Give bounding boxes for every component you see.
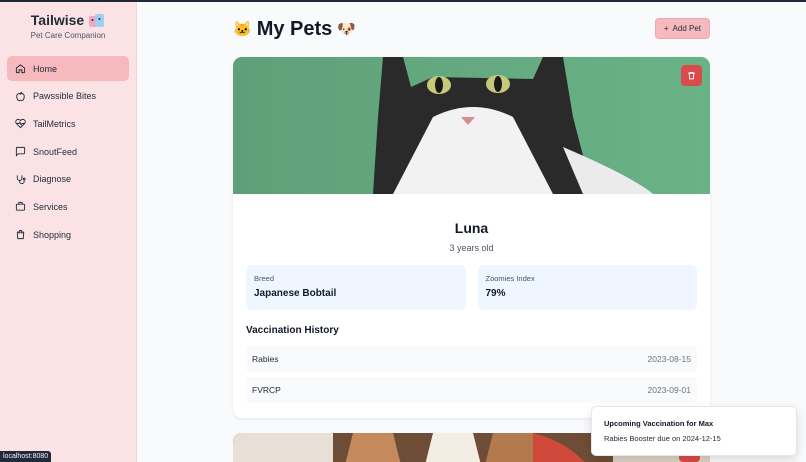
page-title: 🐱 My Pets 🐶 — [233, 18, 356, 41]
vaccination-row: Rabies 2023-08-15 — [246, 346, 697, 372]
add-pet-button[interactable]: + Add Pet — [654, 18, 710, 39]
status-bar-url: localhost:8080 — [0, 451, 52, 462]
sidebar-nav: Home Pawssible Bites TailMetrics SnoutFe… — [0, 56, 136, 247]
vaccination-row: FVRCP 2023-09-01 — [246, 377, 697, 403]
vaccination-name: Rabies — [252, 354, 279, 364]
cat-emoji-icon: 🐱 — [233, 21, 252, 38]
toast-body: Rabies Booster due on 2024-12-15 — [604, 434, 721, 443]
breed-box: Breed Japanese Bobtail — [246, 265, 466, 310]
breed-label: Breed — [254, 274, 275, 283]
brand-name: Tailwise — [30, 12, 85, 28]
dog-emoji-icon: 🐶 — [337, 21, 356, 38]
sidebar-item-label: Shopping — [33, 229, 72, 240]
main-content: 🐱 My Pets 🐶 + Add Pet Luna 3 years old B… — [137, 2, 806, 462]
page-header: 🐱 My Pets 🐶 + Add Pet — [233, 18, 710, 42]
stethoscope-icon — [15, 174, 26, 185]
sidebar-item-pawssible-bites[interactable]: Pawssible Bites — [7, 84, 129, 109]
sidebar-item-tailmetrics[interactable]: TailMetrics — [7, 111, 129, 136]
sidebar-item-shopping[interactable]: Shopping — [7, 222, 129, 247]
sidebar-item-label: Services — [33, 201, 68, 212]
pet-age: 3 years old — [449, 243, 494, 253]
vaccination-reminder-toast[interactable]: Upcoming Vaccination for Max Rabies Boos… — [591, 406, 797, 456]
sidebar-item-label: Pawssible Bites — [33, 91, 97, 102]
pets-logo-icon — [88, 13, 105, 28]
pet-card: Luna 3 years old Breed Japanese Bobtail … — [233, 57, 710, 418]
zoomies-value: 79% — [485, 288, 506, 299]
vaccination-name: FVRCP — [252, 385, 281, 395]
add-pet-label: Add Pet — [672, 24, 701, 33]
trash-icon — [688, 72, 695, 80]
shopping-bag-icon — [15, 229, 26, 240]
page-title-text: My Pets — [256, 18, 333, 40]
vaccination-date: 2023-09-01 — [647, 385, 691, 395]
sidebar-item-label: Diagnose — [33, 174, 72, 185]
sidebar-item-snoutfeed[interactable]: SnoutFeed — [7, 139, 129, 164]
vaccination-history-title: Vaccination History — [246, 325, 339, 336]
brand: Tailwise Pet Care Companion — [0, 2, 136, 40]
sidebar-item-services[interactable]: Services — [7, 194, 129, 219]
brand-subtitle: Pet Care Companion — [30, 31, 106, 40]
pet-info-row: Breed Japanese Bobtail Zoomies Index 79% — [233, 265, 710, 310]
delete-pet-button[interactable] — [681, 65, 702, 86]
heart-pulse-icon — [15, 118, 26, 129]
sidebar: Tailwise Pet Care Companion Home Pawssib… — [0, 2, 137, 462]
home-icon — [15, 63, 26, 74]
toast-title: Upcoming Vaccination for Max — [604, 419, 714, 428]
vaccination-date: 2023-08-15 — [647, 354, 691, 364]
sidebar-item-diagnose[interactable]: Diagnose — [7, 167, 129, 192]
sidebar-item-label: TailMetrics — [33, 118, 76, 129]
zoomies-label: Zoomies Index — [485, 274, 535, 283]
apple-icon — [15, 91, 26, 102]
briefcase-icon — [15, 201, 26, 212]
sidebar-item-label: SnoutFeed — [33, 146, 78, 157]
message-icon — [15, 146, 26, 157]
pet-name: Luna — [454, 220, 489, 236]
sidebar-item-home[interactable]: Home — [7, 56, 129, 81]
zoomies-box: Zoomies Index 79% — [477, 265, 697, 310]
brand-title[interactable]: Tailwise — [31, 12, 105, 28]
pet-photo — [233, 57, 710, 194]
sidebar-item-label: Home — [33, 63, 58, 74]
plus-icon: + — [663, 24, 669, 33]
breed-value: Japanese Bobtail — [254, 288, 337, 299]
